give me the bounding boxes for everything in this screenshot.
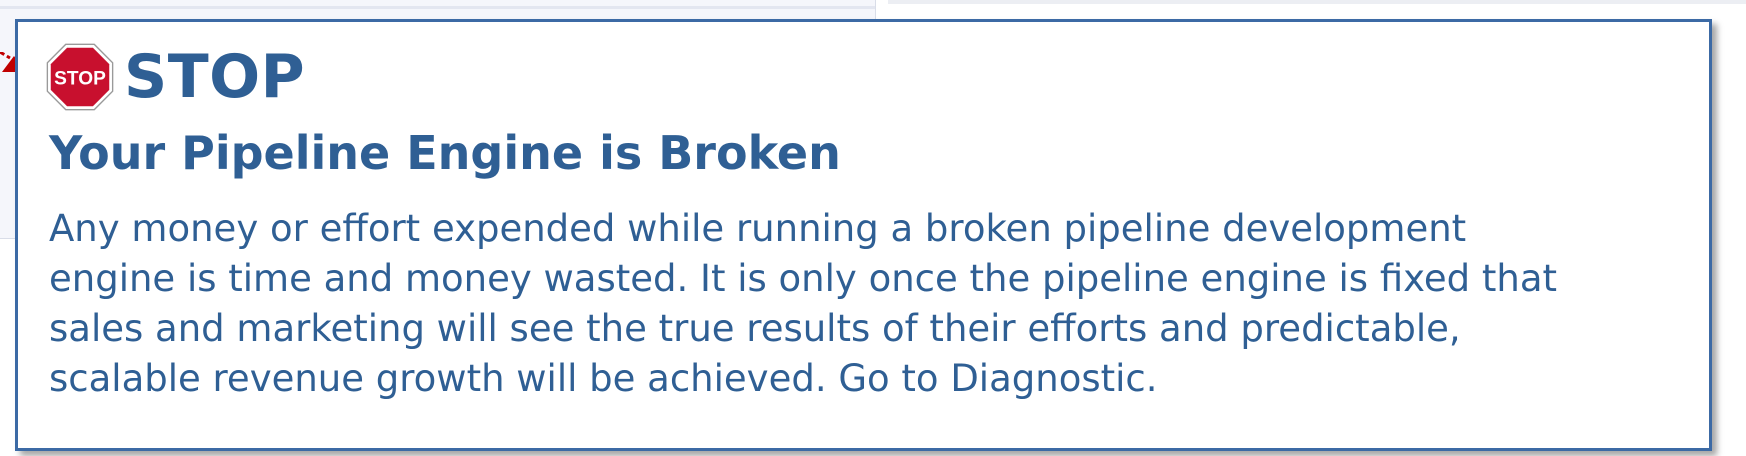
popup-title: Your Pipeline Engine is Broken xyxy=(49,126,841,180)
pipeline-broken-popup: STOP STOP Your Pipeline Engine is Broken… xyxy=(15,19,1712,451)
popup-body: Any money or effort expended while runni… xyxy=(49,204,1669,404)
stop-label: STOP xyxy=(124,42,306,112)
body-line: sales and marketing will see the true re… xyxy=(49,307,1461,350)
stop-header: STOP STOP xyxy=(46,41,305,113)
stop-sign-icon: STOP xyxy=(46,43,114,111)
body-line: Any money or effort expended while runni… xyxy=(49,207,1467,250)
body-line: engine is time and money wasted. It is o… xyxy=(49,257,1558,300)
body-line: scalable revenue growth will be achieved… xyxy=(49,357,1158,400)
background-window-strip xyxy=(888,0,1746,4)
stop-sign-text: STOP xyxy=(54,67,106,89)
